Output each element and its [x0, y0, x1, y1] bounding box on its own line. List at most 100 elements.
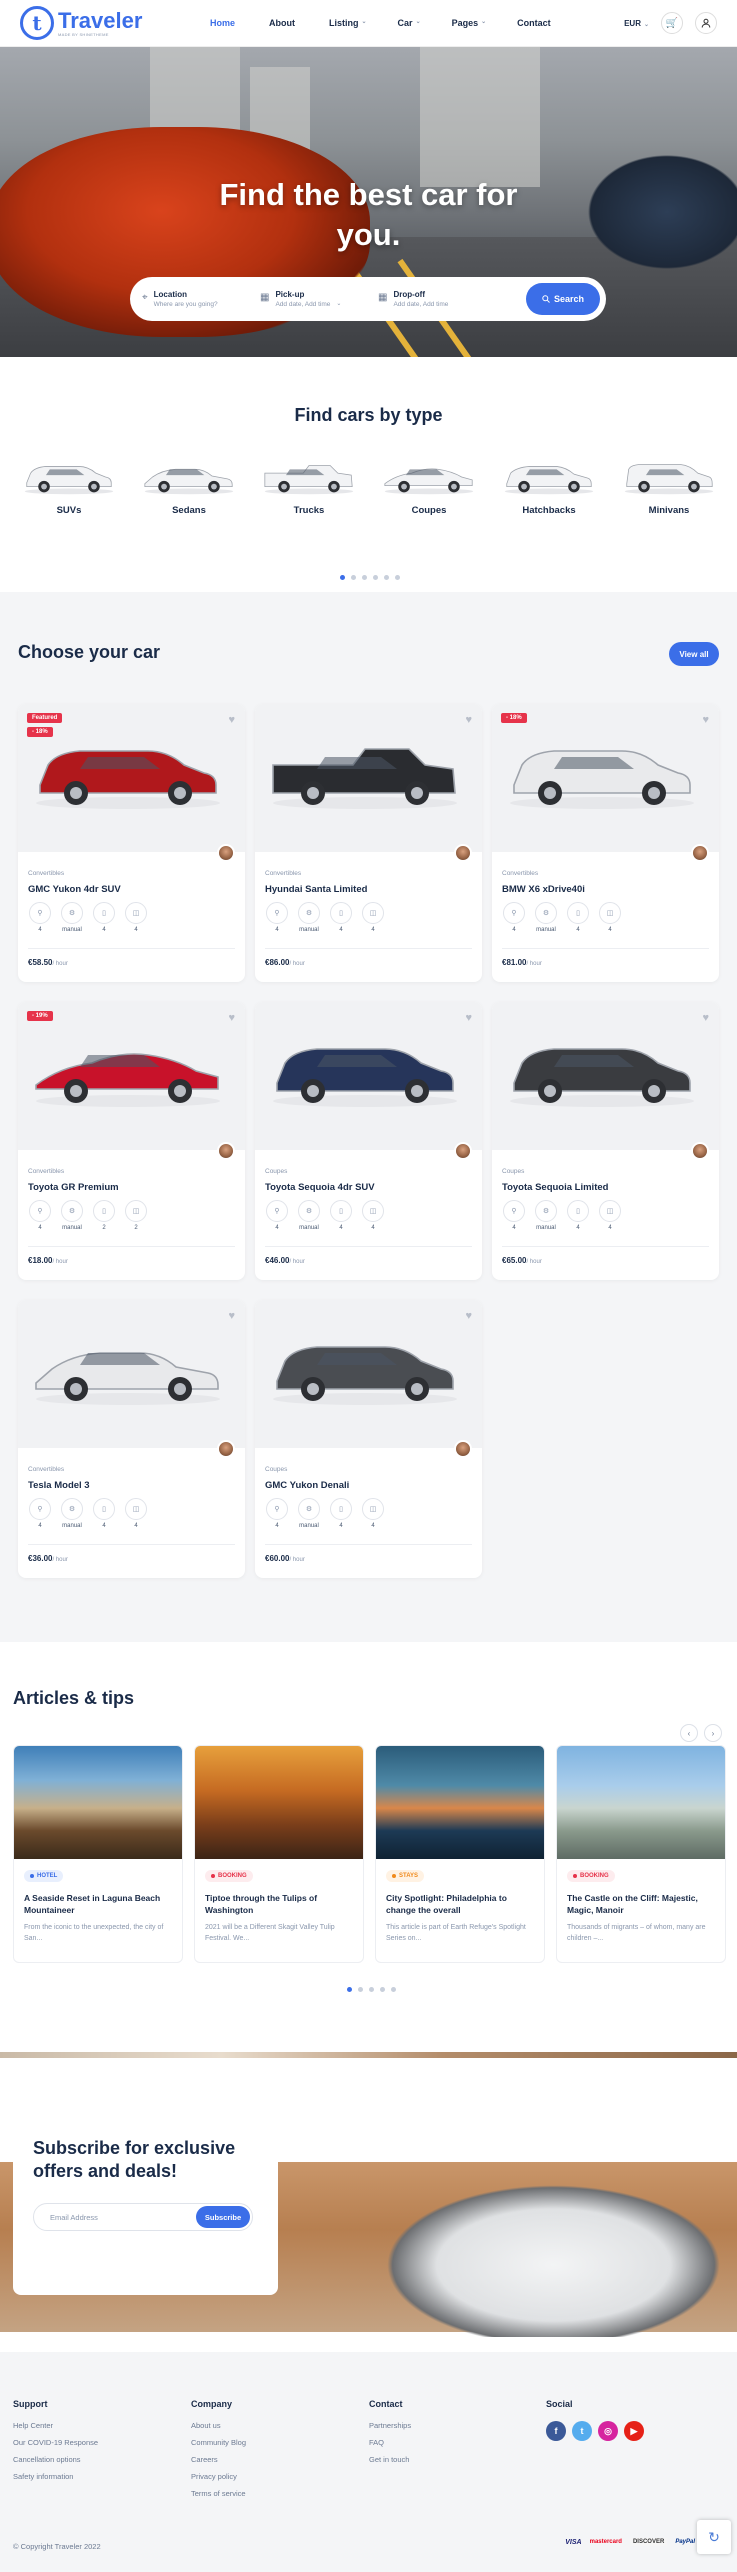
carousel-dot[interactable] — [380, 1987, 385, 1992]
currency-select[interactable]: EUR ⌄ — [624, 19, 649, 28]
article-card[interactable]: STAYS City Spotlight: Philadelphia to cha… — [375, 1745, 545, 1963]
carousel-dot[interactable] — [347, 1987, 352, 1992]
article-card[interactable]: BOOKING The Castle on the Cliff: Majestic… — [556, 1745, 726, 1963]
car-name[interactable]: BMW X6 xDrive40i — [502, 884, 585, 895]
heart-icon[interactable]: ♥ — [228, 714, 235, 726]
car-name[interactable]: Hyundai Santa Limited — [265, 884, 367, 895]
footer-link[interactable]: Privacy policy — [191, 2472, 246, 2481]
avatar[interactable] — [454, 1142, 472, 1160]
heart-icon[interactable]: ♥ — [702, 714, 709, 726]
carousel-dot[interactable] — [351, 575, 356, 580]
car-type-minivans[interactable]: Minivans — [619, 457, 719, 516]
avatar[interactable] — [217, 844, 235, 862]
facebook-icon[interactable]: f — [546, 2421, 566, 2441]
carousel-dot[interactable] — [384, 575, 389, 580]
car-name[interactable]: Toyota Sequoia Limited — [502, 1182, 608, 1193]
footer-link[interactable]: Get in touch — [369, 2455, 411, 2464]
avatar[interactable] — [454, 1440, 472, 1458]
search-form: ⌖ Location Where are you going? ▦ Pick-up… — [130, 277, 606, 321]
nav-item-listing[interactable]: Listing — [329, 18, 359, 28]
recaptcha-icon[interactable]: ↻ — [697, 2520, 731, 2554]
car-type-coupes[interactable]: Coupes — [379, 457, 479, 516]
footer-link[interactable]: Our COVID-19 Response — [13, 2438, 98, 2447]
heart-icon[interactable]: ♥ — [465, 1012, 472, 1024]
article-tag[interactable]: HOTEL — [24, 1870, 64, 1882]
next-arrow-icon[interactable]: › — [704, 1724, 722, 1742]
heart-icon[interactable]: ♥ — [702, 1012, 709, 1024]
avatar[interactable] — [691, 1142, 709, 1160]
car-name[interactable]: Tesla Model 3 — [28, 1480, 90, 1491]
car-card[interactable]: - 19% ♥ Convertibles Toyota GR Premium ⚲ 4 ⚙ ma… — [18, 1002, 245, 1280]
footer-link[interactable]: Help Center — [13, 2421, 98, 2430]
avatar[interactable] — [691, 844, 709, 862]
article-title[interactable]: City Spotlight: Philadelphia to change t… — [386, 1892, 534, 1916]
heart-icon[interactable]: ♥ — [228, 1012, 235, 1024]
prev-arrow-icon[interactable]: ‹ — [680, 1724, 698, 1742]
footer-link[interactable]: Partnerships — [369, 2421, 411, 2430]
carousel-dot[interactable] — [369, 1987, 374, 1992]
door-icon: ▯ — [567, 1200, 589, 1222]
footer-link[interactable]: About us — [191, 2421, 246, 2430]
car-price: €81.00/ hour — [502, 958, 542, 967]
car-card[interactable]: - 18% ♥ Convertibles BMW X6 xDrive40i ⚲ 4 ⚙ man… — [492, 704, 719, 982]
avatar[interactable] — [217, 1440, 235, 1458]
instagram-icon[interactable]: ◎ — [598, 2421, 618, 2441]
dropoff-field[interactable]: ▦ Drop-off Add date, Add time — [378, 290, 496, 308]
article-title[interactable]: The Castle on the Cliff: Majestic, Magic… — [567, 1892, 715, 1916]
footer-link[interactable]: Terms of service — [191, 2489, 246, 2498]
tag-label: HOTEL — [37, 1873, 58, 1879]
article-title[interactable]: Tiptoe through the Tulips of Washington — [205, 1892, 353, 1916]
car-card[interactable]: ♥ Coupes Toyota Sequoia 4dr SUV ⚲ 4 ⚙ manual ▯ 4… — [255, 1002, 482, 1280]
article-tag[interactable]: BOOKING — [567, 1870, 615, 1882]
footer-link[interactable]: Careers — [191, 2455, 246, 2464]
twitter-icon[interactable]: t — [572, 2421, 592, 2441]
location-field[interactable]: ⌖ Location Where are you going? — [142, 290, 260, 308]
carousel-dot[interactable] — [340, 575, 345, 580]
car-type-sedans[interactable]: Sedans — [139, 457, 239, 516]
user-icon[interactable] — [695, 12, 717, 34]
car-card[interactable]: ♥ Coupes Toyota Sequoia Limited ⚲ 4 ⚙ manual ▯ 4… — [492, 1002, 719, 1280]
nav-item-contact[interactable]: Contact — [517, 18, 551, 28]
footer-link[interactable]: Cancellation options — [13, 2455, 98, 2464]
carousel-dot[interactable] — [391, 1987, 396, 1992]
heart-icon[interactable]: ♥ — [465, 1310, 472, 1322]
car-card[interactable]: Featured - 18% ♥ Convertibles GMC Yukon 4dr … — [18, 704, 245, 982]
cart-icon[interactable]: 🛒 — [661, 12, 683, 34]
car-name[interactable]: GMC Yukon Denali — [265, 1480, 349, 1491]
search-button[interactable]: Search — [526, 283, 600, 315]
carousel-dot[interactable] — [373, 575, 378, 580]
car-card[interactable]: ♥ Convertibles Tesla Model 3 ⚲ 4 ⚙ manual ▯ 4 ◫ 4 €… — [18, 1300, 245, 1578]
car-name[interactable]: Toyota Sequoia 4dr SUV — [265, 1182, 375, 1193]
footer-link[interactable]: FAQ — [369, 2438, 411, 2447]
car-type-hatchbacks[interactable]: Hatchbacks — [499, 457, 599, 516]
nav-item-home[interactable]: Home — [210, 18, 235, 28]
nav-item-car[interactable]: Car — [398, 18, 413, 28]
article-card[interactable]: BOOKING Tiptoe through the Tulips of Wash… — [194, 1745, 364, 1963]
car-type-trucks[interactable]: Trucks — [259, 457, 359, 516]
car-type-suvs[interactable]: SUVs — [19, 457, 119, 516]
footer-link[interactable]: Community Blog — [191, 2438, 246, 2447]
nav-item-about[interactable]: About — [269, 18, 295, 28]
avatar[interactable] — [454, 844, 472, 862]
car-name[interactable]: GMC Yukon 4dr SUV — [28, 884, 121, 895]
article-card[interactable]: HOTEL A Seaside Reset in Laguna Beach Mou… — [13, 1745, 183, 1963]
heart-icon[interactable]: ♥ — [228, 1310, 235, 1322]
logo[interactable]: t Traveler MADE BY SHINETHEME — [20, 6, 142, 40]
carousel-dot[interactable] — [358, 1987, 363, 1992]
pickup-field[interactable]: ▦ Pick-up Add date, Add time ⌄ — [260, 290, 378, 308]
car-card[interactable]: ♥ Coupes GMC Yukon Denali ⚲ 4 ⚙ manual ▯ 4 ◫ 4 €60.… — [255, 1300, 482, 1578]
youtube-icon[interactable]: ▶ — [624, 2421, 644, 2441]
view-all-button[interactable]: View all — [669, 642, 719, 666]
carousel-dot[interactable] — [395, 575, 400, 580]
subscribe-button[interactable]: Subscribe — [196, 2206, 250, 2228]
car-name[interactable]: Toyota GR Premium — [28, 1182, 119, 1193]
carousel-dot[interactable] — [362, 575, 367, 580]
article-tag[interactable]: STAYS — [386, 1870, 425, 1882]
avatar[interactable] — [217, 1142, 235, 1160]
nav-item-pages[interactable]: Pages — [452, 18, 479, 28]
footer-link[interactable]: Safety information — [13, 2472, 98, 2481]
article-tag[interactable]: BOOKING — [205, 1870, 253, 1882]
car-card[interactable]: ♥ Convertibles Hyundai Santa Limited ⚲ 4 ⚙ man… — [255, 704, 482, 982]
heart-icon[interactable]: ♥ — [465, 714, 472, 726]
article-title[interactable]: A Seaside Reset in Laguna Beach Mountain… — [24, 1892, 172, 1916]
